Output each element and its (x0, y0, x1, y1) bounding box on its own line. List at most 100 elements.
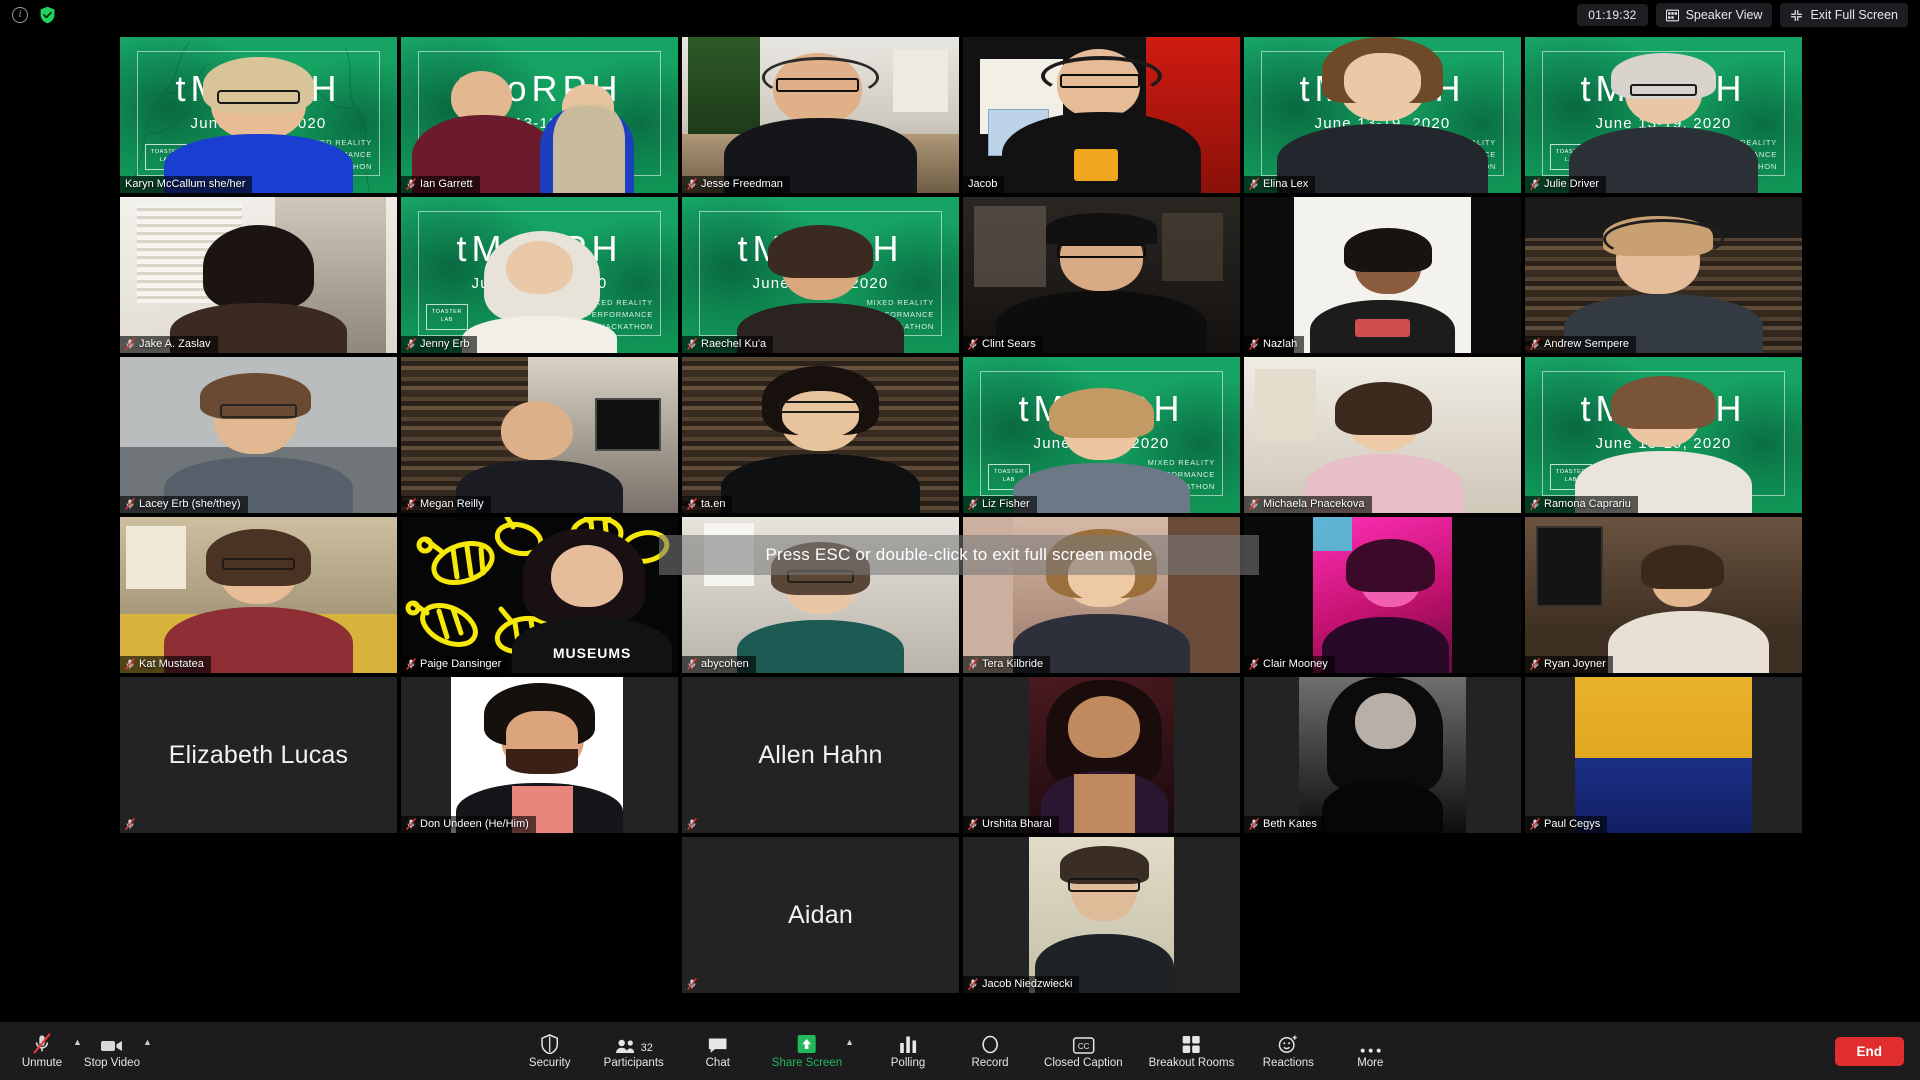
speaker-view-label: Speaker View (1685, 8, 1763, 22)
participant-tile[interactable]: tMoRPH June 13-19, 2020 TOASTER LAB MIXE… (1525, 37, 1802, 193)
participant-name-badge: Clint Sears (963, 336, 1043, 353)
end-meeting-button[interactable]: End (1834, 1036, 1904, 1066)
participant-tile[interactable]: Jesse Freedman (682, 37, 959, 193)
participant-tile[interactable]: Paul Cegys (1525, 677, 1802, 833)
breakout-rooms-button[interactable]: Breakout Rooms (1149, 1033, 1234, 1069)
reactions-button[interactable]: Reactions (1260, 1033, 1316, 1069)
participant-video-figure (963, 837, 1240, 993)
participant-name-badge (120, 816, 146, 833)
participant-tile[interactable]: Andrew Sempere (1525, 197, 1802, 353)
participant-tile[interactable]: tMoRPH June 13-19, 2020 TOASTER LAB MIXE… (963, 357, 1240, 513)
participant-tile[interactable]: Ryan Joyner (1525, 517, 1802, 673)
participant-tile[interactable]: tMoRPH June 13-19, 2020 TOASTER LAB (1525, 357, 1802, 513)
muted-mic-icon (1249, 498, 1259, 510)
zoom-meeting-window: i 01:19:32 Speaker View Exit Full Screen… (0, 0, 1920, 1080)
shield-check-icon[interactable] (39, 6, 56, 24)
participant-video-figure (963, 357, 1240, 513)
participant-video-figure (963, 37, 1240, 193)
participant-video-figure (1244, 357, 1521, 513)
participant-tile[interactable]: tMoRPH June 13-19, 2020 TOASTER LAB MIXE… (401, 197, 678, 353)
participant-tile[interactable]: tMoRPH June 13-19, 2020 MIXED REALITY PE… (682, 197, 959, 353)
speaker-view-button[interactable]: Speaker View (1655, 3, 1773, 27)
participants-button[interactable]: 32 Participants (604, 1033, 664, 1069)
participant-video-figure (682, 197, 959, 353)
participant-tile[interactable]: Don Undeen (He/Him) (401, 677, 678, 833)
muted-mic-icon (968, 818, 978, 830)
fullscreen-hint-text: Press ESC or double-click to exit full s… (765, 545, 1153, 564)
participant-name: Don Undeen (He/Him) (420, 818, 529, 830)
participant-name-badge: Jacob (963, 176, 1005, 193)
participant-tile[interactable]: Jake A. Zaslav (120, 197, 397, 353)
cc-icon: CC (1072, 1033, 1095, 1054)
participant-tile[interactable]: Kat Mustatea (120, 517, 397, 673)
stop-video-button[interactable]: Stop Video (84, 1033, 140, 1069)
mic-options-chevron-up-icon[interactable]: ▲ (73, 1037, 82, 1047)
share-screen-button[interactable]: Share Screen (772, 1033, 842, 1069)
participant-tile-no-video[interactable]: Elizabeth Lucas (120, 677, 397, 833)
participant-name: Jacob Niedzwiecki (982, 978, 1073, 990)
participant-tile[interactable]: Beth Kates (1244, 677, 1521, 833)
exit-full-screen-label: Exit Full Screen (1810, 8, 1898, 22)
muted-mic-icon (968, 658, 978, 670)
participant-video-figure (1525, 37, 1802, 193)
participant-name: Clair Mooney (1263, 658, 1328, 670)
gallery-row: Lacey Erb (she/they) Megan Reilly ta.en … (120, 357, 1802, 513)
more-button[interactable]: More (1342, 1033, 1398, 1069)
participant-tile[interactable]: Nazlah (1244, 197, 1521, 353)
participant-name: Lacey Erb (she/they) (139, 498, 241, 510)
participant-name: Urshita Bharal (982, 818, 1052, 830)
participant-tile[interactable]: Jacob Niedzwiecki (963, 837, 1240, 993)
participant-tile-no-video[interactable]: Aidan (682, 837, 959, 993)
participant-name-badge: Raechel Ku'a (682, 336, 774, 353)
exit-full-screen-button[interactable]: Exit Full Screen (1780, 3, 1908, 27)
participant-name: Paul Cegys (1544, 818, 1601, 830)
top-bar-left-group: i (0, 6, 56, 24)
participant-name-badge: Don Undeen (He/Him) (401, 816, 536, 833)
participant-tile[interactable]: Megan Reilly (401, 357, 678, 513)
participant-name: Julie Driver (1544, 178, 1600, 190)
participant-tile[interactable]: tMoRPH June 13-19, 2020 Ian Garrett (401, 37, 678, 193)
security-button[interactable]: Security (522, 1033, 578, 1069)
stop-video-label: Stop Video (83, 1057, 140, 1069)
info-icon[interactable]: i (12, 7, 28, 23)
share-options-chevron-up-icon[interactable]: ▲ (845, 1037, 854, 1047)
participant-tile-no-video[interactable]: Allen Hahn (682, 677, 959, 833)
participant-placeholder-name: Aidan (788, 900, 853, 929)
smiley-plus-icon (1278, 1033, 1299, 1054)
participant-tile[interactable]: MUSEUMS Paige Dansinger (401, 517, 678, 673)
record-circle-icon (981, 1033, 1000, 1054)
participant-name-badge: abycohen (682, 656, 756, 673)
participant-tile[interactable]: Urshita Bharal (963, 677, 1240, 833)
chat-button[interactable]: Chat (690, 1033, 746, 1069)
av-controls-group: Unmute ▲ Stop Video ▲ (0, 1033, 152, 1069)
top-bar-right-group: 01:19:32 Speaker View Exit Full Screen (1577, 3, 1920, 27)
mic-control-group: Unmute ▲ (14, 1033, 82, 1069)
participant-name: Beth Kates (1263, 818, 1317, 830)
participant-artwork-background (1525, 677, 1802, 833)
record-button[interactable]: Record (962, 1033, 1018, 1069)
participant-tile[interactable]: tMoRPH June 13-19, 2020 MIXED REALITY PE… (1244, 37, 1521, 193)
polling-button[interactable]: Polling (880, 1033, 936, 1069)
empty-tile-slot (1244, 837, 1521, 993)
participant-name-badge: Julie Driver (1525, 176, 1607, 193)
ellipsis-icon (1359, 1033, 1381, 1054)
participant-tile[interactable]: tMoRPH June 13-19, 2020 TOASTER LAB MIXE… (120, 37, 397, 193)
closed-caption-button[interactable]: CC Closed Caption (1044, 1033, 1123, 1069)
unmute-button[interactable]: Unmute (14, 1033, 70, 1069)
participant-video-figure (1244, 37, 1521, 193)
participant-name-badge: Karyn McCallum she/her (120, 176, 253, 193)
participant-tile[interactable]: Clair Mooney (1244, 517, 1521, 673)
participant-tile[interactable]: Lacey Erb (she/they) (120, 357, 397, 513)
gallery-row: Elizabeth Lucas Don Undeen (He/Him) Alle… (120, 677, 1802, 833)
muted-mic-icon (1249, 818, 1259, 830)
participant-tile-active-speaker[interactable]: Jacob (963, 37, 1240, 193)
participant-tile[interactable]: Michaela Pnacekova (1244, 357, 1521, 513)
participant-name: Jake A. Zaslav (139, 338, 211, 350)
participant-tile[interactable]: ta.en (682, 357, 959, 513)
participant-video-figure (401, 197, 678, 353)
participant-video-figure (1244, 517, 1521, 673)
participant-tile[interactable]: Clint Sears (963, 197, 1240, 353)
video-control-group: Stop Video ▲ (84, 1033, 152, 1069)
participant-video-figure (963, 677, 1240, 833)
video-options-chevron-up-icon[interactable]: ▲ (143, 1037, 152, 1047)
